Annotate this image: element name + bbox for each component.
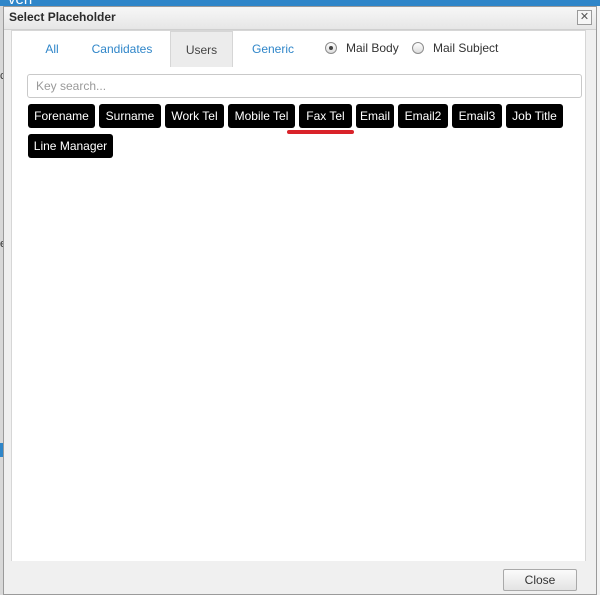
- tab-candidates[interactable]: Candidates: [87, 31, 157, 67]
- placeholder-chip-email[interactable]: Email: [356, 104, 394, 128]
- mail-body-radio[interactable]: [325, 42, 337, 54]
- dialog-content: All Candidates Users Generic Mail Body M…: [11, 30, 586, 562]
- placeholder-chip-work-tel[interactable]: Work Tel: [165, 104, 224, 128]
- key-search-input[interactable]: [27, 74, 582, 98]
- placeholder-chip-email2[interactable]: Email2: [398, 104, 448, 128]
- placeholder-chip-email3[interactable]: Email3: [452, 104, 502, 128]
- dialog-footer: Close: [4, 561, 596, 594]
- mail-subject-label[interactable]: Mail Subject: [433, 41, 498, 55]
- red-underline-annotation: [287, 130, 354, 134]
- mail-subject-radio[interactable]: [412, 42, 424, 54]
- tab-generic[interactable]: Generic: [247, 31, 299, 67]
- placeholder-chip-fax-tel[interactable]: Fax Tel: [299, 104, 352, 128]
- tab-all[interactable]: All: [39, 31, 65, 67]
- select-placeholder-dialog: Select Placeholder ✕ All Candidates User…: [3, 6, 597, 595]
- close-icon[interactable]: ✕: [577, 10, 592, 25]
- placeholder-chip-forename[interactable]: Forename: [28, 104, 95, 128]
- tab-users[interactable]: Users: [170, 31, 233, 67]
- tab-bar: All Candidates Users Generic Mail Body M…: [12, 31, 585, 67]
- dialog-titlebar: Select Placeholder ✕: [4, 7, 596, 30]
- placeholder-chip-mobile-tel[interactable]: Mobile Tel: [228, 104, 295, 128]
- placeholder-chip-surname[interactable]: Surname: [99, 104, 161, 128]
- placeholder-chip-job-title[interactable]: Job Title: [506, 104, 563, 128]
- mail-body-label[interactable]: Mail Body: [346, 41, 399, 55]
- close-button[interactable]: Close: [503, 569, 577, 591]
- placeholder-chip-line-manager[interactable]: Line Manager: [28, 134, 113, 158]
- dialog-title: Select Placeholder: [9, 10, 116, 24]
